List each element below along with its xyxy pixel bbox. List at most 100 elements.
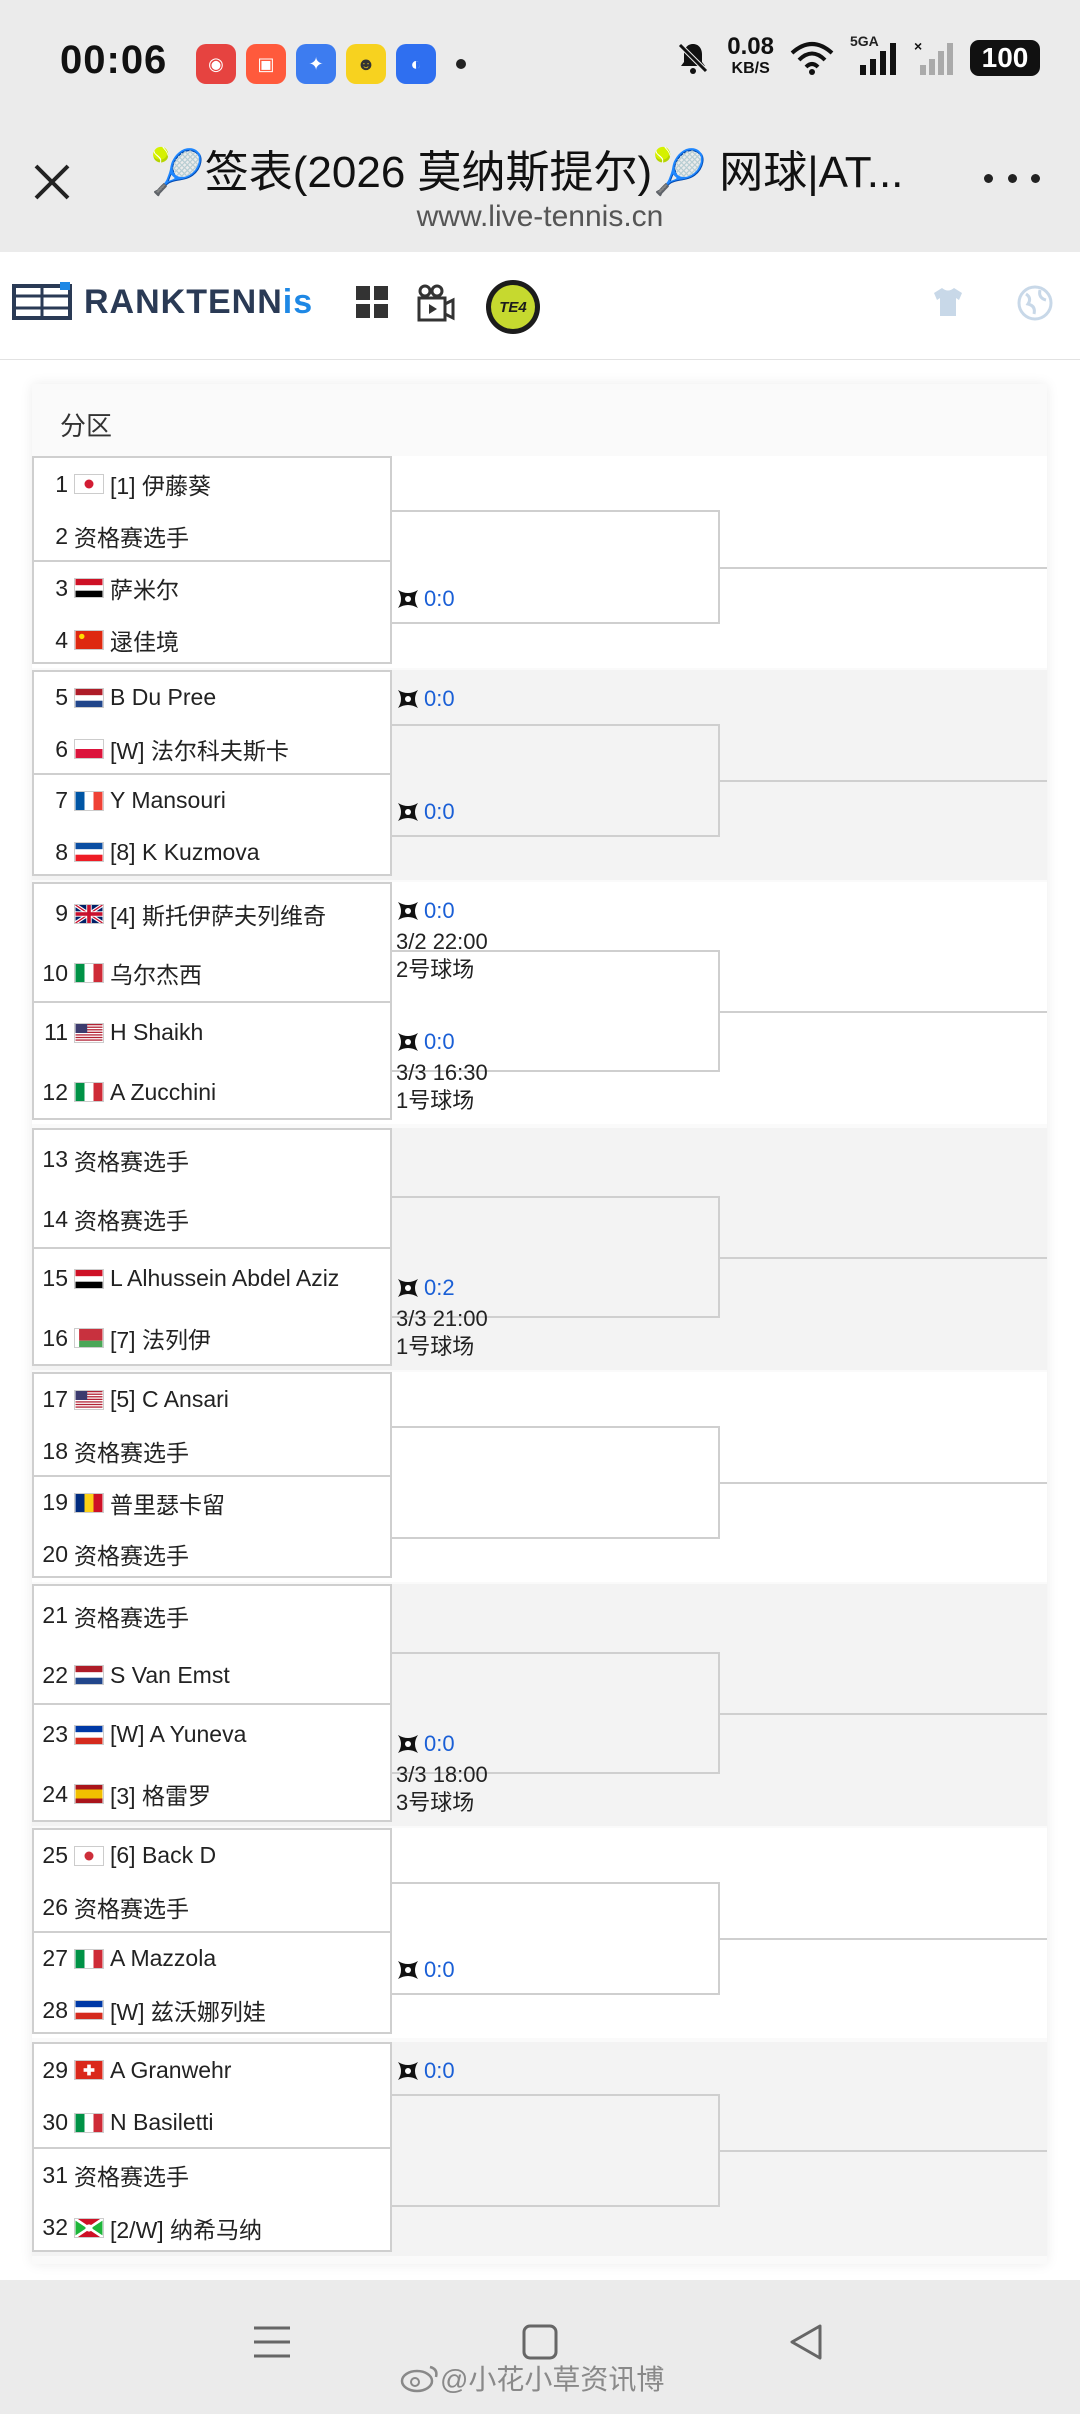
flag-eg-icon: [74, 1268, 104, 1289]
score-text: 0:0: [424, 686, 455, 711]
more-notifications-icon: [456, 59, 466, 69]
player-row[interactable]: 31 资格赛选手: [32, 2150, 392, 2200]
draw-position: 12: [42, 1078, 68, 1105]
match-court: 1号球场: [396, 1088, 475, 1113]
match-score[interactable]: 0:0: [396, 686, 455, 712]
globe-icon[interactable]: [1016, 284, 1054, 322]
player-name: [5] C Ansari: [110, 1386, 229, 1413]
player-row[interactable]: 17 [5] C Ansari: [32, 1375, 392, 1425]
player-name: [6] Back D: [110, 1842, 217, 1869]
match-score[interactable]: 0:0: [396, 2058, 455, 2084]
site-header: RANKTENNis TE4: [0, 252, 1080, 360]
match-score[interactable]: 0:2: [396, 1275, 455, 1301]
match-score[interactable]: 0:0: [396, 1029, 455, 1055]
tshirt-icon[interactable]: [930, 284, 966, 320]
draw-position: 32: [42, 2214, 68, 2241]
player-row[interactable]: 16 [7] 法列伊: [32, 1313, 392, 1363]
player-row[interactable]: 22 S Van Emst: [32, 1650, 392, 1700]
home-icon[interactable]: [520, 2322, 560, 2362]
flag-sk-icon: [74, 842, 104, 863]
player-row[interactable]: 13 资格赛选手: [32, 1135, 392, 1185]
match-schedule: 3/3 18:00 3号球场: [396, 1761, 488, 1817]
player-row[interactable]: 23 [W] A Yuneva: [32, 1710, 392, 1760]
match-time: 3/3 16:30: [396, 1060, 488, 1085]
player-row[interactable]: 21 资格赛选手: [32, 1591, 392, 1641]
round3-connector: [720, 1482, 1047, 1485]
player-row[interactable]: 18 资格赛选手: [32, 1426, 392, 1476]
match-score[interactable]: 0:0: [396, 898, 455, 924]
player-row[interactable]: 7 Y Mansouri: [32, 776, 392, 826]
video-camera-icon[interactable]: [416, 284, 456, 324]
player-row[interactable]: 32 [2/W] 纳希马纳: [32, 2203, 392, 2253]
player-row[interactable]: 1 [1] 伊藤葵: [32, 459, 392, 509]
player-name: 资格赛选手: [74, 525, 189, 551]
player-row[interactable]: 8 [8] K Kuzmova: [32, 827, 392, 877]
match-schedule: 3/3 21:00 1号球场: [396, 1305, 488, 1361]
cell-signal-icon: 5GA: [850, 33, 898, 77]
player-row[interactable]: 12 A Zucchini: [32, 1067, 392, 1117]
player-row[interactable]: 11 H Shaikh: [32, 1008, 392, 1058]
more-options-button[interactable]: [984, 168, 1040, 188]
back-icon[interactable]: [786, 2322, 826, 2362]
draw-position: 29: [42, 2056, 68, 2083]
player-name: B Du Pree: [110, 684, 217, 711]
page-title: 🎾签表(2026 莫纳斯提尔)🎾 网球|AT...: [150, 148, 904, 197]
player-row[interactable]: 27 A Mazzola: [32, 1934, 392, 1984]
match-score[interactable]: 0:0: [396, 586, 455, 612]
draw-position: 5: [55, 684, 68, 711]
player-row[interactable]: 30 N Basiletti: [32, 2098, 392, 2148]
player-name: 乌尔杰西: [110, 962, 202, 989]
player-row[interactable]: 5 B Du Pree: [32, 673, 392, 723]
player-row[interactable]: 26 资格赛选手: [32, 1882, 392, 1932]
player-name: 资格赛选手: [74, 1604, 189, 1631]
player-name: [1] 伊藤葵: [110, 473, 211, 499]
draw-position: 7: [55, 787, 68, 814]
player-row[interactable]: 24 [3] 格雷罗: [32, 1769, 392, 1819]
score-text: 0:0: [424, 1029, 455, 1054]
match-court: 1号球场: [396, 1334, 475, 1359]
player-name: [2/W] 纳希马纳: [110, 2216, 263, 2243]
player-name: 逯佳境: [110, 629, 179, 655]
player-row[interactable]: 6 [W] 法尔科夫斯卡: [32, 724, 392, 774]
flag-fr-icon: [74, 790, 104, 811]
score-text: 0:0: [424, 1731, 455, 1756]
menu-icon[interactable]: [252, 2322, 292, 2362]
player-name: 资格赛选手: [74, 1543, 189, 1570]
player-row[interactable]: 9 [4] 斯托伊萨夫列维奇: [32, 889, 392, 939]
player-row[interactable]: 14 资格赛选手: [32, 1194, 392, 1244]
player-row[interactable]: 20 资格赛选手: [32, 1529, 392, 1579]
player-row[interactable]: 25 [6] Back D: [32, 1831, 392, 1881]
draw-position: 15: [42, 1265, 68, 1292]
player-row[interactable]: 19 普里瑟卡留: [32, 1478, 392, 1528]
te4-badge[interactable]: TE4: [486, 280, 540, 334]
player-name: [3] 格雷罗: [110, 1783, 211, 1810]
score-text: 0:0: [424, 1957, 455, 1982]
player-row[interactable]: 2 资格赛选手: [32, 511, 392, 561]
player-row[interactable]: 28 [W] 兹沃娜列娃: [32, 1985, 392, 2035]
match-score[interactable]: 0:0: [396, 799, 455, 825]
flag-us-icon: [74, 1022, 104, 1043]
round3-connector: [720, 1713, 1047, 1716]
wifi-icon: [790, 42, 834, 75]
flag-by-icon: [74, 1328, 104, 1349]
close-icon[interactable]: [28, 158, 76, 206]
player-row[interactable]: 4 逯佳境: [32, 615, 392, 665]
round2-match-box[interactable]: [392, 1425, 720, 1539]
player-row[interactable]: 3 萨米尔: [32, 563, 392, 613]
match-score[interactable]: 0:0: [396, 1957, 455, 1983]
ranktennis-logo[interactable]: RANKTENNis: [12, 282, 313, 322]
round2-match-box[interactable]: [392, 2094, 720, 2207]
star-app-icon: ✦: [296, 44, 336, 84]
round3-connector: [720, 2150, 1047, 2153]
flag-es-icon: [74, 1784, 104, 1805]
grid-icon[interactable]: [354, 284, 390, 320]
player-row[interactable]: 10 乌尔杰西: [32, 948, 392, 998]
round3-connector: [720, 1257, 1047, 1260]
section-label: 分区: [60, 411, 113, 441]
match-score[interactable]: 0:0: [396, 1731, 455, 1757]
player-row[interactable]: 29 A Granwehr: [32, 2045, 392, 2095]
player-row[interactable]: 15 L Alhussein Abdel Aziz: [32, 1254, 392, 1304]
flag-pl-icon: [74, 739, 104, 760]
player-name: [W] 兹沃娜列娃: [110, 1999, 266, 2026]
video-app-icon: ▣: [246, 44, 286, 84]
